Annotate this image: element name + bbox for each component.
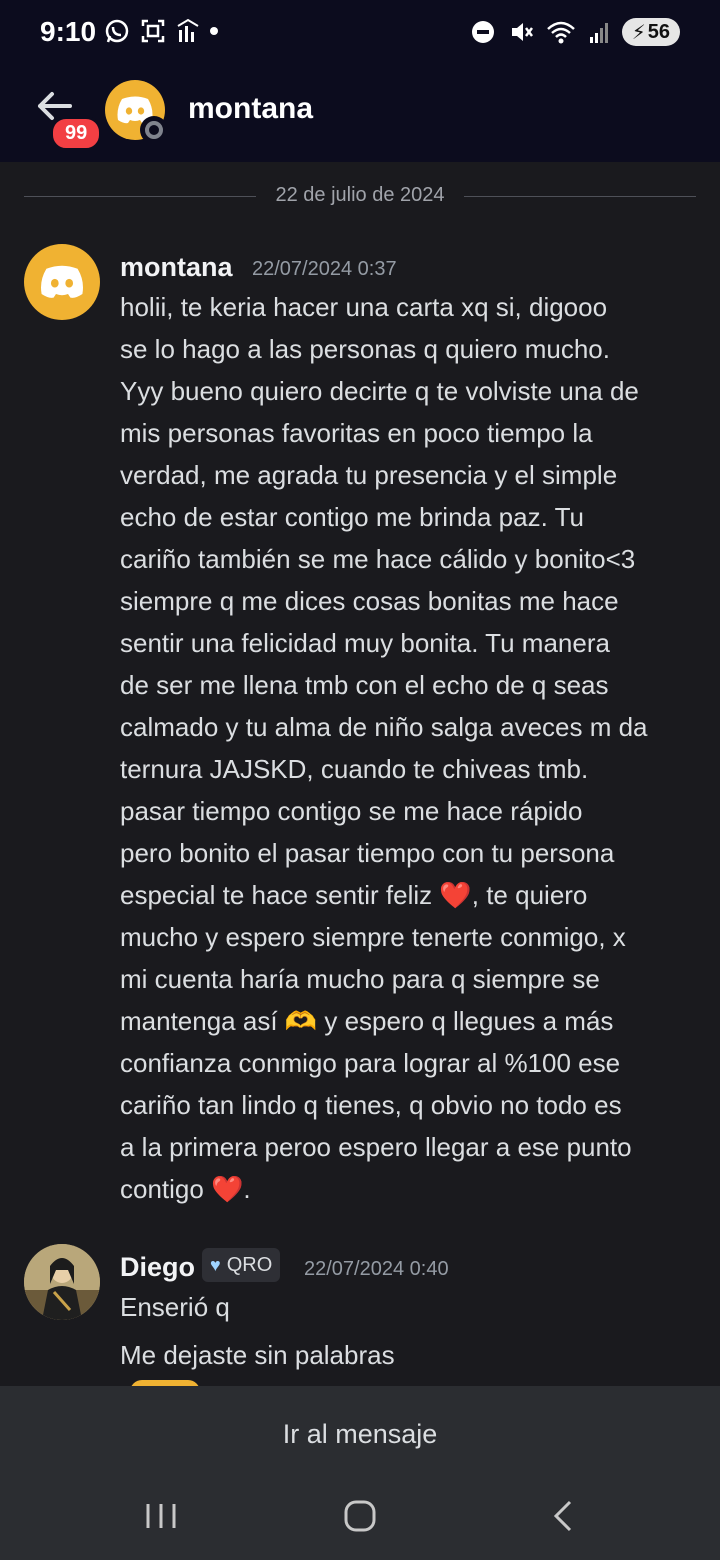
status-time: 9:10 (40, 16, 97, 47)
message-line: mantenga así 🫶 y espero q llegues a más (120, 1006, 614, 1036)
message-line: especial te hace sentir feliz ❤️, te qui… (120, 880, 588, 910)
message-line: echo de estar contigo me brinda paz. Tu (120, 502, 584, 532)
message-line: cariño también se me hace cálido y bonit… (120, 544, 636, 574)
message-line: Me dejaste sin palabras (120, 1340, 395, 1370)
do-not-disturb-icon (471, 21, 494, 43)
message-line: holii, te keria hacer una carta xq si, d… (120, 292, 608, 322)
message-line: Yyy bueno quiero decirte q te volviste u… (120, 376, 639, 406)
back-icon[interactable] (538, 1496, 588, 1536)
jump-to-message-button[interactable]: Ir al mensaje (0, 1386, 720, 1482)
chat-header: 99 montana (0, 70, 720, 160)
message-line: mucho y espero siempre tenerte conmigo, … (120, 922, 626, 952)
battery-level: 56 (647, 20, 670, 43)
wifi-icon (546, 21, 575, 44)
battery-indicator: ⚡ 56 (621, 18, 680, 46)
message-timestamp: 22/07/2024 0:40 (304, 1258, 449, 1280)
system-nav-bar (0, 1482, 720, 1560)
scan-icon (141, 19, 165, 43)
message-body: holii, te keria hacer una carta xq si, d… (120, 286, 710, 1210)
unread-badge: 99 (50, 116, 103, 151)
message-avatar-montana[interactable] (24, 244, 100, 320)
message-line: de ser me llena tmb con el echo de q sea… (120, 670, 609, 700)
message-line: calmado y tu alma de niño salga aveces m… (120, 712, 648, 742)
message-line: Enserió q (120, 1292, 230, 1322)
message-line: pasar tiempo contigo se me hace rápido (120, 796, 583, 826)
message-author[interactable]: montana (120, 252, 233, 283)
dot-icon (210, 27, 218, 35)
discord-logo-icon (41, 265, 83, 298)
jump-to-message-label: Ir al mensaje (282, 1418, 438, 1449)
status-bar: 9:10 ⚡ 56 (0, 0, 720, 68)
message-line: ternura JAJSKD, cuando te chiveas tmb. (120, 754, 589, 784)
mute-icon (511, 23, 533, 41)
server-tag[interactable]: ♥ QRO (202, 1248, 281, 1282)
offline-status-icon (140, 116, 168, 144)
cell-signal-icon (589, 23, 608, 43)
message-line: se lo hago a las personas q quiero mucho… (120, 334, 610, 364)
server-tag-label: QRO (226, 1253, 273, 1276)
message-line: pero bonito el pasar tiempo con tu perso… (120, 838, 615, 868)
signal-activity-icon (177, 18, 199, 42)
message-avatar-diego[interactable] (24, 1244, 100, 1320)
message-timestamp: 22/07/2024 0:37 (252, 258, 397, 280)
charging-icon: ⚡ (631, 21, 646, 44)
message-line: mi cuenta haría mucho para q siempre se (120, 964, 600, 994)
message-line: mis personas favoritas en poco tiempo la (120, 418, 593, 448)
recents-icon[interactable] (136, 1496, 186, 1536)
heart-tag-icon: ♥ (210, 1254, 221, 1275)
message-line: siempre q me dices cosas bonitas me hace (120, 586, 619, 616)
top-bar: 9:10 ⚡ 56 99 montana (0, 0, 720, 162)
message-line: confianza conmigo para lograr al %100 es… (120, 1048, 621, 1078)
message-line: cariño tan lindo q tienes, q obvio no to… (120, 1090, 622, 1120)
user-portrait-icon (24, 1244, 100, 1320)
message-line: verdad, me agrada tu presencia y el simp… (120, 460, 618, 490)
home-icon[interactable] (335, 1496, 385, 1536)
message-line: a la primera peroo espero llegar a ese p… (120, 1132, 632, 1162)
whatsapp-icon (105, 19, 129, 43)
date-divider: 22 de julio de 2024 (24, 182, 696, 212)
message-line: sentir una felicidad muy bonita. Tu mane… (120, 628, 610, 658)
page-title[interactable]: montana (188, 92, 313, 126)
message-author[interactable]: Diego (120, 1252, 195, 1283)
message-line: contigo ❤️. (120, 1174, 251, 1204)
